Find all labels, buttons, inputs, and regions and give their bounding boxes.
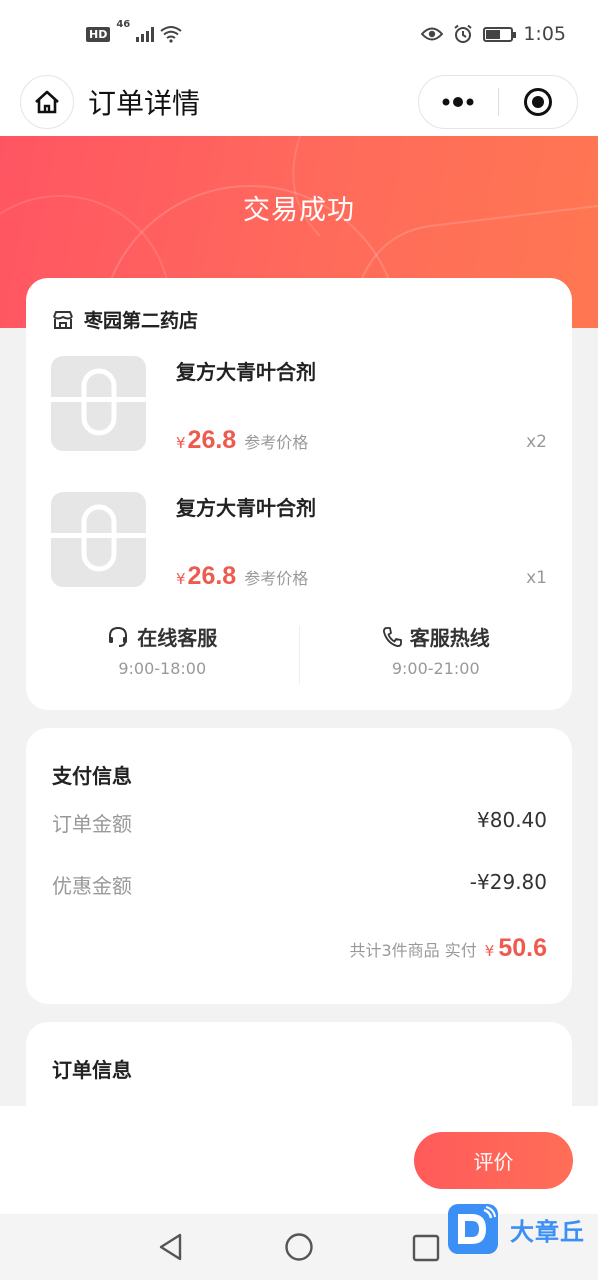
battery-icon [483,26,517,42]
product-quantity: x2 [526,432,547,452]
service-label-row: 客服热线 [382,622,490,651]
network-type: 46 [116,19,131,30]
recent-apps-icon[interactable] [412,1234,440,1262]
more-dots-icon [442,97,474,107]
bottom-action-bar: 评价 [0,1106,598,1214]
service-label: 在线客服 [137,626,218,650]
payment-value: ¥80.40 [477,808,547,832]
placeholder-image-icon [51,504,146,572]
service-hours: 9:00-21:00 [391,659,480,678]
product-item[interactable]: 复方大青叶合剂 ¥ 26.8 参考价格 x1 [51,492,547,591]
customer-service-row: 在线客服 9:00-18:00 客服热线 9:00-21:00 [26,622,572,688]
currency-symbol: ¥ [176,570,186,588]
status-bar: HD 46 1:05 [0,0,598,68]
online-service-button[interactable]: 在线客服 9:00-18:00 [26,622,299,688]
nav-bar: 订单详情 [0,68,598,136]
store-icon [53,310,73,329]
alarm-icon [454,24,472,43]
product-price: 26.8 [187,562,237,590]
mini-program-capsule [418,75,578,129]
close-button[interactable] [499,76,578,128]
clock: 1:05 [523,23,566,45]
store-name: 枣园第二药店 [84,310,199,332]
product-price: 26.8 [187,426,237,454]
phone-icon [382,626,402,647]
home-circle-icon[interactable] [284,1232,314,1262]
payment-label: 优惠金额 [52,874,132,898]
payment-row: 订单金额 ¥80.40 [52,808,547,837]
payment-label: 订单金额 [52,812,132,836]
product-thumbnail [51,492,146,587]
page-title: 订单详情 [88,87,201,120]
product-name: 复方大青叶合剂 [176,360,316,384]
product-name: 复方大青叶合剂 [176,496,316,520]
payment-row: 优惠金额 -¥29.80 [52,870,547,899]
hotline-button[interactable]: 客服热线 9:00-21:00 [300,622,573,688]
service-label: 客服热线 [409,626,490,650]
total-amount: 50.6 [498,934,547,962]
store-header[interactable]: 枣园第二药店 [52,306,198,333]
more-button[interactable] [419,76,498,128]
signal-icon [136,26,155,42]
hd-badge: HD [86,26,111,42]
store-card: 枣园第二药店 复方大青叶合剂 ¥ 26.8 参考价格 x2 复方大青叶合剂 ¥ … [26,278,572,710]
status-left: HD 46 [86,19,182,43]
payment-title: 支付信息 [52,764,132,788]
product-item[interactable]: 复方大青叶合剂 ¥ 26.8 参考价格 x2 [51,356,547,455]
headset-icon [109,626,128,647]
battery-fill [486,29,500,39]
total-row: 共计3件商品 实付 ¥ 50.6 [350,934,548,963]
product-price-row: ¥ 26.8 参考价格 [176,562,308,591]
total-prefix: 共计3件商品 实付 [349,941,477,960]
order-status-title: 交易成功 [243,195,355,226]
home-icon [35,90,59,114]
watermark-text: 大章丘 [510,1217,585,1246]
home-button[interactable] [20,75,74,129]
order-info-title: 订单信息 [52,1058,132,1082]
eye-icon [421,27,444,41]
service-hours: 9:00-18:00 [118,659,207,678]
watermark-logo-icon [448,1204,498,1254]
placeholder-image-icon [51,368,146,436]
currency-symbol: ¥ [484,942,495,960]
target-circle-icon [523,88,552,116]
price-note: 参考价格 [244,569,309,588]
price-note: 参考价格 [244,433,309,452]
product-thumbnail [51,356,146,451]
watermark: 大章丘 [448,1204,585,1254]
service-label-row: 在线客服 [107,622,217,651]
currency-symbol: ¥ [176,434,186,452]
payment-value: -¥29.80 [469,870,547,894]
product-quantity: x1 [526,568,547,588]
back-icon[interactable] [156,1232,186,1262]
wifi-icon [160,26,182,43]
product-price-row: ¥ 26.8 参考价格 [176,426,308,455]
payment-card: 支付信息 订单金额 ¥80.40 优惠金额 -¥29.80 共计3件商品 实付 … [26,728,572,1004]
status-right: 1:05 [421,23,566,45]
review-button[interactable]: 评价 [414,1132,573,1189]
